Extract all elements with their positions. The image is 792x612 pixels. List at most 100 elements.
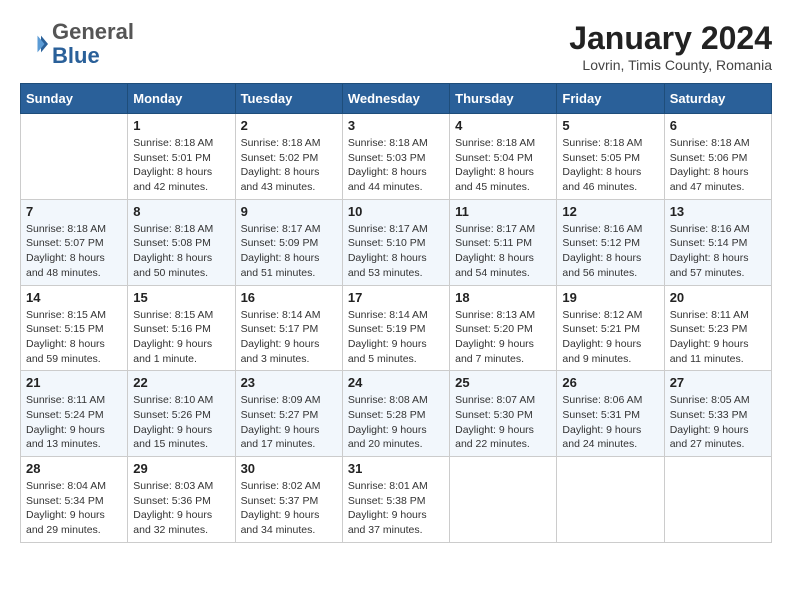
calendar-cell: 10 Sunrise: 8:17 AMSunset: 5:10 PMDayligh… [342, 199, 449, 285]
day-number: 29 [133, 461, 229, 476]
calendar-cell: 30 Sunrise: 8:02 AMSunset: 5:37 PMDayligh… [235, 457, 342, 543]
month-title: January 2024 [569, 20, 772, 57]
calendar-cell: 18Sunrise: 8:13 AMSunset: 5:20 PMDayligh… [450, 285, 557, 371]
day-info: Sunrise: 8:18 AMSunset: 5:02 PMDaylight:… [241, 136, 337, 195]
day-number: 30 [241, 461, 337, 476]
day-info: Sunrise: 8:17 AMSunset: 5:10 PMDaylight:… [348, 222, 444, 281]
day-info: Sunrise: 8:11 AMSunset: 5:24 PMDaylight:… [26, 393, 122, 452]
day-number: 11 [455, 204, 551, 219]
day-number: 16 [241, 290, 337, 305]
day-info: Sunrise: 8:15 AMSunset: 5:16 PMDaylight:… [133, 308, 229, 367]
calendar-cell: 7 Sunrise: 8:18 AMSunset: 5:07 PMDaylight… [21, 199, 128, 285]
day-info: Sunrise: 8:12 AMSunset: 5:21 PMDaylight:… [562, 308, 658, 367]
day-number: 19 [562, 290, 658, 305]
header-saturday: Saturday [664, 84, 771, 114]
day-number: 28 [26, 461, 122, 476]
day-info: Sunrise: 8:04 AMSunset: 5:34 PMDaylight:… [26, 479, 122, 538]
header-friday: Friday [557, 84, 664, 114]
calendar-cell: 26Sunrise: 8:06 AMSunset: 5:31 PMDayligh… [557, 371, 664, 457]
day-number: 21 [26, 375, 122, 390]
logo-general-text: General [52, 20, 134, 44]
day-number: 8 [133, 204, 229, 219]
day-number: 1 [133, 118, 229, 133]
day-number: 22 [133, 375, 229, 390]
day-number: 7 [26, 204, 122, 219]
day-number: 27 [670, 375, 766, 390]
day-number: 24 [348, 375, 444, 390]
day-number: 14 [26, 290, 122, 305]
calendar-cell: 24 Sunrise: 8:08 AMSunset: 5:28 PMDayligh… [342, 371, 449, 457]
day-info: Sunrise: 8:18 AMSunset: 5:06 PMDaylight:… [670, 136, 766, 195]
calendar-cell: 23 Sunrise: 8:09 AMSunset: 5:27 PMDayligh… [235, 371, 342, 457]
day-number: 13 [670, 204, 766, 219]
day-number: 31 [348, 461, 444, 476]
day-info: Sunrise: 8:16 AMSunset: 5:12 PMDaylight:… [562, 222, 658, 281]
day-info: Sunrise: 8:18 AMSunset: 5:03 PMDaylight:… [348, 136, 444, 195]
calendar-cell: 15Sunrise: 8:15 AMSunset: 5:16 PMDayligh… [128, 285, 235, 371]
day-info: Sunrise: 8:17 AMSunset: 5:09 PMDaylight:… [241, 222, 337, 281]
calendar-cell: 22 Sunrise: 8:10 AMSunset: 5:26 PMDayligh… [128, 371, 235, 457]
day-info: Sunrise: 8:08 AMSunset: 5:28 PMDaylight:… [348, 393, 444, 452]
day-number: 12 [562, 204, 658, 219]
day-info: Sunrise: 8:18 AMSunset: 5:01 PMDaylight:… [133, 136, 229, 195]
calendar-cell: 12 Sunrise: 8:16 AMSunset: 5:12 PMDayligh… [557, 199, 664, 285]
header-tuesday: Tuesday [235, 84, 342, 114]
calendar-cell: 17 Sunrise: 8:14 AMSunset: 5:19 PMDayligh… [342, 285, 449, 371]
day-info: Sunrise: 8:10 AMSunset: 5:26 PMDaylight:… [133, 393, 229, 452]
day-info: Sunrise: 8:18 AMSunset: 5:05 PMDaylight:… [562, 136, 658, 195]
calendar-cell: 25 Sunrise: 8:07 AMSunset: 5:30 PMDayligh… [450, 371, 557, 457]
day-number: 23 [241, 375, 337, 390]
day-number: 5 [562, 118, 658, 133]
day-info: Sunrise: 8:09 AMSunset: 5:27 PMDaylight:… [241, 393, 337, 452]
day-info: Sunrise: 8:18 AMSunset: 5:08 PMDaylight:… [133, 222, 229, 281]
calendar-cell: 28 Sunrise: 8:04 AMSunset: 5:34 PMDayligh… [21, 457, 128, 543]
calendar-cell: 3 Sunrise: 8:18 AMSunset: 5:03 PMDaylight… [342, 114, 449, 200]
day-info: Sunrise: 8:02 AMSunset: 5:37 PMDaylight:… [241, 479, 337, 538]
day-info: Sunrise: 8:05 AMSunset: 5:33 PMDaylight:… [670, 393, 766, 452]
calendar-week-5: 28 Sunrise: 8:04 AMSunset: 5:34 PMDayligh… [21, 457, 772, 543]
calendar-week-4: 21 Sunrise: 8:11 AMSunset: 5:24 PMDayligh… [21, 371, 772, 457]
calendar-cell: 2Sunrise: 8:18 AMSunset: 5:02 PMDaylight… [235, 114, 342, 200]
calendar-cell: 11 Sunrise: 8:17 AMSunset: 5:11 PMDayligh… [450, 199, 557, 285]
day-info: Sunrise: 8:16 AMSunset: 5:14 PMDaylight:… [670, 222, 766, 281]
calendar-cell [21, 114, 128, 200]
calendar-cell: 6 Sunrise: 8:18 AMSunset: 5:06 PMDaylight… [664, 114, 771, 200]
day-info: Sunrise: 8:15 AMSunset: 5:15 PMDaylight:… [26, 308, 122, 367]
logo: General Blue [20, 20, 134, 68]
calendar-cell: 31Sunrise: 8:01 AMSunset: 5:38 PMDayligh… [342, 457, 449, 543]
day-number: 6 [670, 118, 766, 133]
location: Lovrin, Timis County, Romania [569, 57, 772, 73]
calendar-cell: 5 Sunrise: 8:18 AMSunset: 5:05 PMDaylight… [557, 114, 664, 200]
calendar-cell: 20 Sunrise: 8:11 AMSunset: 5:23 PMDayligh… [664, 285, 771, 371]
calendar-cell [557, 457, 664, 543]
header-sunday: Sunday [21, 84, 128, 114]
calendar-cell: 13 Sunrise: 8:16 AMSunset: 5:14 PMDayligh… [664, 199, 771, 285]
calendar-header-row: SundayMondayTuesdayWednesdayThursdayFrid… [21, 84, 772, 114]
day-number: 20 [670, 290, 766, 305]
header: General Blue January 2024 Lovrin, Timis … [20, 20, 772, 73]
calendar-cell: 8 Sunrise: 8:18 AMSunset: 5:08 PMDaylight… [128, 199, 235, 285]
logo-icon [20, 30, 48, 58]
day-number: 9 [241, 204, 337, 219]
calendar-cell [664, 457, 771, 543]
day-info: Sunrise: 8:14 AMSunset: 5:19 PMDaylight:… [348, 308, 444, 367]
day-info: Sunrise: 8:17 AMSunset: 5:11 PMDaylight:… [455, 222, 551, 281]
title-area: January 2024 Lovrin, Timis County, Roman… [569, 20, 772, 73]
calendar-cell: 27 Sunrise: 8:05 AMSunset: 5:33 PMDayligh… [664, 371, 771, 457]
day-info: Sunrise: 8:11 AMSunset: 5:23 PMDaylight:… [670, 308, 766, 367]
day-info: Sunrise: 8:03 AMSunset: 5:36 PMDaylight:… [133, 479, 229, 538]
calendar-table: SundayMondayTuesdayWednesdayThursdayFrid… [20, 83, 772, 543]
calendar-week-2: 7 Sunrise: 8:18 AMSunset: 5:07 PMDaylight… [21, 199, 772, 285]
header-wednesday: Wednesday [342, 84, 449, 114]
day-info: Sunrise: 8:07 AMSunset: 5:30 PMDaylight:… [455, 393, 551, 452]
calendar-cell: 29 Sunrise: 8:03 AMSunset: 5:36 PMDayligh… [128, 457, 235, 543]
day-info: Sunrise: 8:18 AMSunset: 5:07 PMDaylight:… [26, 222, 122, 281]
logo-blue-text: Blue [52, 44, 134, 68]
day-number: 25 [455, 375, 551, 390]
day-number: 3 [348, 118, 444, 133]
day-number: 17 [348, 290, 444, 305]
calendar-cell: 16Sunrise: 8:14 AMSunset: 5:17 PMDayligh… [235, 285, 342, 371]
day-number: 10 [348, 204, 444, 219]
calendar-cell [450, 457, 557, 543]
header-monday: Monday [128, 84, 235, 114]
